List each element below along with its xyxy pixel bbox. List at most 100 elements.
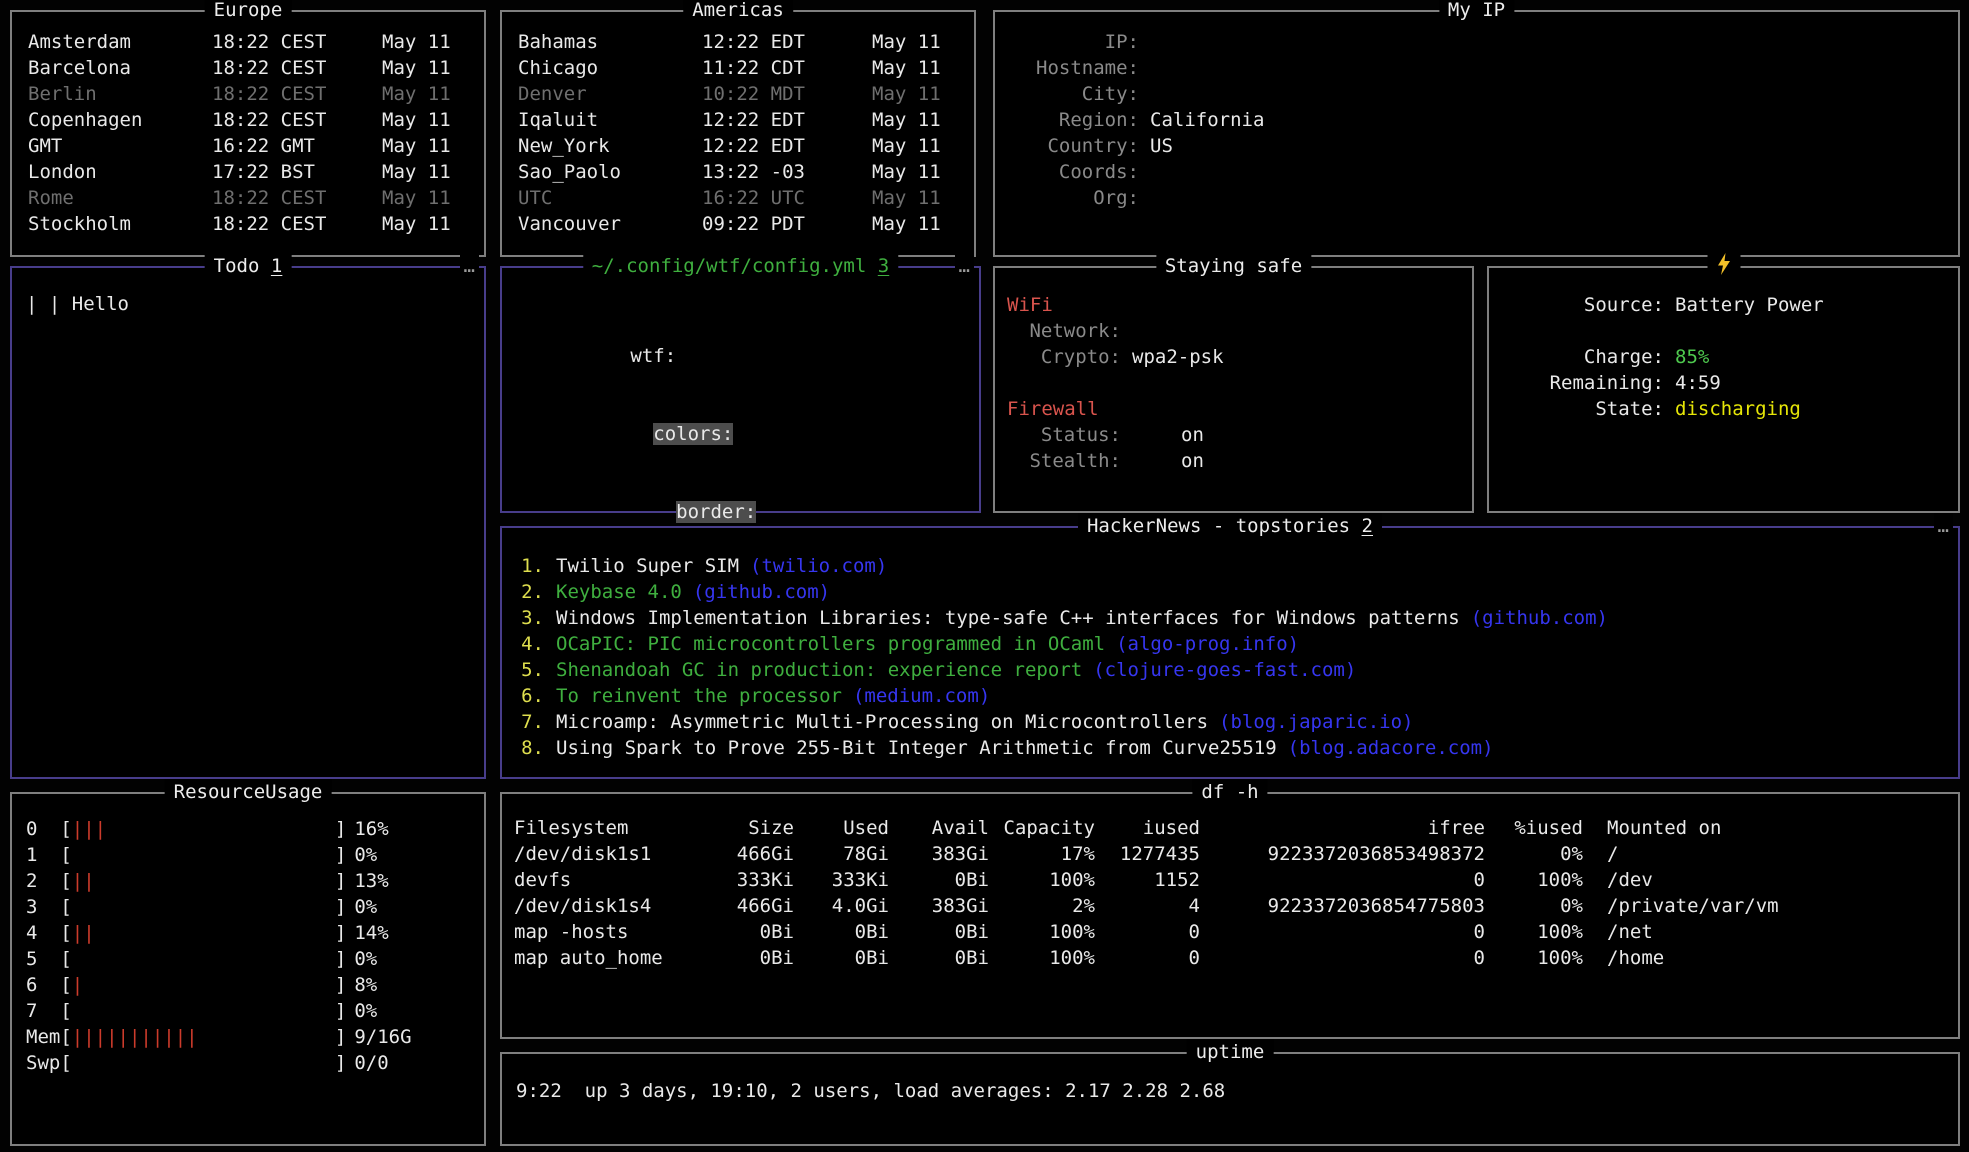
clock-row: Denver 10:22 MDT May 11 — [518, 81, 958, 107]
firewall-section-header: Firewall — [1007, 396, 1460, 422]
hackernews-story[interactable]: 2. Keybase 4.0 (github.com) — [514, 579, 1946, 605]
cell-iused: 0 — [1095, 945, 1200, 971]
config-token: colors: — [653, 423, 733, 445]
clock-date: May 11 — [872, 29, 958, 55]
meter-bars: ||| — [72, 816, 335, 842]
ip-detail-row: Hostname: — [1007, 55, 1946, 81]
clock-time: 16:22 GMT — [212, 133, 382, 159]
ip-detail-label: City: — [1007, 81, 1139, 107]
cell-iused: 4 — [1095, 893, 1200, 919]
hackernews-story[interactable]: 7. Microamp: Asymmetric Multi-Processing… — [514, 709, 1946, 735]
firewall-detail-label: Stealth: — [1007, 448, 1121, 474]
firewall-detail-row: Status: on — [1007, 422, 1460, 448]
clock-time: 12:22 EDT — [702, 133, 872, 159]
cell-filesystem: map auto_home — [514, 945, 684, 971]
my-ip-details: IP: Hostname: City: Region: California — [995, 12, 1958, 219]
cell-iused: 0 — [1095, 919, 1200, 945]
cell-capacity: 100% — [989, 919, 1095, 945]
cell-pct-iused: 100% — [1485, 945, 1583, 971]
clock-time: 11:22 CDT — [702, 55, 872, 81]
clock-time: 12:22 EDT — [702, 29, 872, 55]
cell-used: 0Bi — [794, 919, 889, 945]
todo-item[interactable]: | | Hello — [12, 268, 484, 340]
firewall-detail-value: on — [1181, 448, 1204, 474]
clock-date: May 11 — [872, 55, 958, 81]
disk-free-panel: df -h Filesystem Size Used Avail Capacit… — [500, 792, 1960, 1039]
cell-avail: 0Bi — [889, 945, 989, 971]
meter-value: 8% — [354, 972, 377, 998]
battery-detail-row: State: discharging — [1501, 396, 1946, 422]
clock-city: UTC — [518, 185, 702, 211]
meter-value: 0% — [354, 946, 377, 972]
story-title: Microamp: Asymmetric Multi-Processing on… — [556, 709, 1208, 735]
meter-label: 1 — [26, 842, 60, 868]
wifi-detail-label: Network: — [1007, 318, 1121, 344]
meter-bars — [72, 1050, 335, 1076]
battery-detail-value: 4:59 — [1675, 370, 1721, 396]
ip-detail-label: Region: — [1007, 107, 1139, 133]
meter-close-bracket: ] — [335, 920, 346, 946]
clock-time: 18:22 CEST — [212, 29, 382, 55]
meter-bars — [72, 894, 335, 920]
col-header-pct-iused: %iused — [1485, 815, 1583, 841]
meter-open-bracket: [ — [60, 946, 71, 972]
disk-table-row: /dev/disk1s4 466Gi 4.0Gi 383Gi 2% 4 9223… — [514, 893, 1946, 919]
battery-detail-label: Source: — [1501, 292, 1664, 318]
cell-mounted-on: /dev — [1583, 867, 1946, 893]
clock-row: Stockholm 18:22 CEST May 11 — [28, 211, 468, 237]
clock-date: May 11 — [872, 133, 958, 159]
meter-label: 4 — [26, 920, 60, 946]
cell-size: 333Ki — [684, 867, 794, 893]
clock-row: Sao_Paolo 13:22 -03 May 11 — [518, 159, 958, 185]
cell-size: 0Bi — [684, 919, 794, 945]
disk-table-row: map auto_home 0Bi 0Bi 0Bi 100% 0 0 100% … — [514, 945, 1946, 971]
cell-ifree: 0 — [1200, 945, 1485, 971]
meter-label: 5 — [26, 946, 60, 972]
story-title: Keybase 4.0 — [556, 579, 682, 605]
cell-mounted-on: /private/var/vm — [1583, 893, 1946, 919]
clock-city: Copenhagen — [28, 107, 212, 133]
clock-city: Barcelona — [28, 55, 212, 81]
clock-time: 12:22 EDT — [702, 107, 872, 133]
hackernews-panel[interactable]: HackerNews - topstories 2 … 1. Twilio Su… — [500, 526, 1960, 779]
cell-ifree: 9223372036853498372 — [1200, 841, 1485, 867]
story-domain: (blog.japaric.io) — [1219, 709, 1413, 735]
cell-filesystem: /dev/disk1s4 — [514, 893, 684, 919]
hackernews-story[interactable]: 4. OCaPIC: PIC microcontrollers programm… — [514, 631, 1946, 657]
meter-close-bracket: ] — [335, 998, 346, 1024]
cell-pct-iused: 100% — [1485, 867, 1583, 893]
clock-row: GMT 16:22 GMT May 11 — [28, 133, 468, 159]
todo-panel[interactable]: Todo 1 … | | Hello — [10, 266, 486, 779]
cell-used: 4.0Gi — [794, 893, 889, 919]
ip-detail-row: City: — [1007, 81, 1946, 107]
meter-bars — [72, 946, 335, 972]
ip-detail-label: Hostname: — [1007, 55, 1139, 81]
hackernews-story[interactable]: 6. To reinvent the processor (medium.com… — [514, 683, 1946, 709]
col-header-avail: Avail — [889, 815, 989, 841]
meter-bars: ||||||||||| — [72, 1024, 335, 1050]
hackernews-story[interactable]: 5. Shenandoah GC in production: experien… — [514, 657, 1946, 683]
terminal-dashboard: Europe Amsterdam 18:22 CEST May 11 Barce… — [0, 0, 1969, 1152]
uptime-text: 9:22 up 3 days, 19:10, 2 users, load ave… — [502, 1054, 1958, 1128]
ip-detail-row: Country: US — [1007, 133, 1946, 159]
clock-row: Rome 18:22 CEST May 11 — [28, 185, 468, 211]
meter-close-bracket: ] — [335, 1050, 346, 1076]
meter-label: 6 — [26, 972, 60, 998]
hackernews-story[interactable]: 8. Using Spark to Prove 255-Bit Integer … — [514, 735, 1946, 761]
meter-value: 9/16G — [354, 1024, 411, 1050]
clock-row: Iqaluit 12:22 EDT May 11 — [518, 107, 958, 133]
story-number: 7. — [514, 709, 544, 735]
wifi-section-header: WiFi — [1007, 292, 1460, 318]
cell-used: 333Ki — [794, 867, 889, 893]
meter-close-bracket: ] — [335, 972, 346, 998]
story-number: 4. — [514, 631, 544, 657]
meter-value: 0% — [354, 998, 377, 1024]
hackernews-story[interactable]: 3. Windows Implementation Libraries: typ… — [514, 605, 1946, 631]
ip-detail-label: Org: — [1007, 185, 1139, 211]
clock-city: Stockholm — [28, 211, 212, 237]
config-file-panel[interactable]: ~/.config/wtf/config.yml 3 … wtf: colors… — [500, 266, 981, 513]
story-number: 6. — [514, 683, 544, 709]
hackernews-story[interactable]: 1. Twilio Super SIM (twilio.com) — [514, 553, 1946, 579]
clock-row: New_York 12:22 EDT May 11 — [518, 133, 958, 159]
clock-city: Denver — [518, 81, 702, 107]
